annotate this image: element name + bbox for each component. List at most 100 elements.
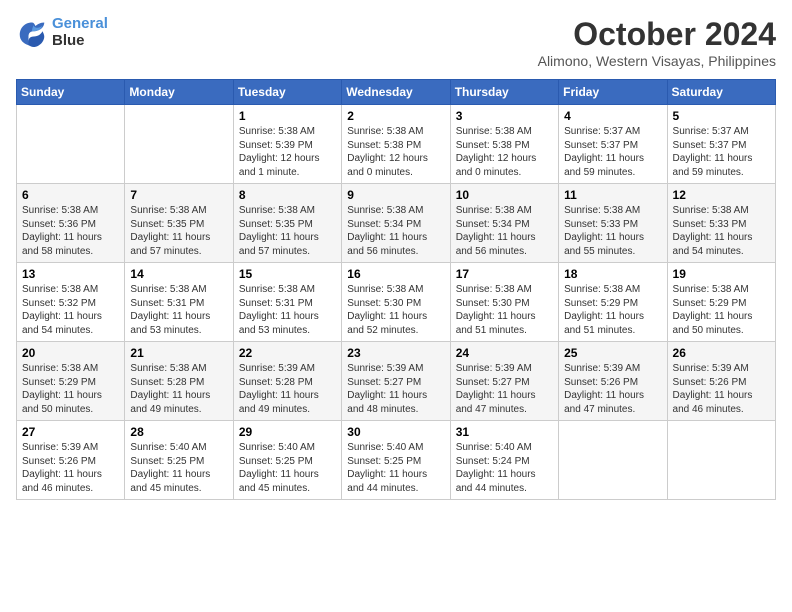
day-number: 30 (347, 425, 444, 439)
day-number: 18 (564, 267, 661, 281)
calendar-cell (559, 421, 667, 500)
col-thursday: Thursday (450, 80, 558, 105)
calendar-cell: 25Sunrise: 5:39 AMSunset: 5:26 PMDayligh… (559, 342, 667, 421)
calendar-cell: 23Sunrise: 5:39 AMSunset: 5:27 PMDayligh… (342, 342, 450, 421)
col-tuesday: Tuesday (233, 80, 341, 105)
cell-content: Sunrise: 5:39 AMSunset: 5:26 PMDaylight:… (564, 362, 661, 416)
calendar-cell: 9 Sunrise: 5:38 AMSunset: 5:34 PMDaylight… (342, 184, 450, 263)
calendar-cell (17, 105, 125, 184)
col-saturday: Saturday (667, 80, 775, 105)
day-number: 5 (673, 109, 770, 123)
calendar-cell: 24 Sunrise: 5:39 AMSunset: 5:27 PMDayligh… (450, 342, 558, 421)
cell-content: Sunrise: 5:38 AMSunset: 5:39 PMDaylight:… (239, 125, 336, 179)
cell-content: Sunrise: 5:39 AMSunset: 5:28 PMDaylight:… (239, 362, 336, 416)
col-wednesday: Wednesday (342, 80, 450, 105)
cell-content: Sunrise: 5:40 AMSunset: 5:25 PMDaylight:… (130, 441, 227, 495)
cell-content: Sunrise: 5:38 AMSunset: 5:29 PMDaylight:… (564, 283, 661, 337)
cell-content: Sunrise: 5:38 AMSunset: 5:31 PMDaylight:… (239, 283, 336, 337)
calendar-cell: 12 Sunrise: 5:38 AMSunset: 5:33 PMDayligh… (667, 184, 775, 263)
day-number: 13 (22, 267, 119, 281)
day-number: 11 (564, 188, 661, 202)
calendar-cell: 5 Sunrise: 5:37 AMSunset: 5:37 PMDaylight… (667, 105, 775, 184)
page-header: General Blue October 2024 Alimono, Weste… (16, 16, 776, 69)
day-number: 16 (347, 267, 444, 281)
cell-content: Sunrise: 5:40 AMSunset: 5:25 PMDaylight:… (239, 441, 336, 495)
cell-content: Sunrise: 5:38 AMSunset: 5:36 PMDaylight:… (22, 204, 119, 258)
cell-content: Sunrise: 5:38 AMSunset: 5:35 PMDaylight:… (130, 204, 227, 258)
calendar-cell: 15 Sunrise: 5:38 AMSunset: 5:31 PMDayligh… (233, 263, 341, 342)
day-number: 29 (239, 425, 336, 439)
cell-content: Sunrise: 5:39 AMSunset: 5:26 PMDaylight:… (22, 441, 119, 495)
calendar-table: Sunday Monday Tuesday Wednesday Thursday… (16, 79, 776, 500)
cell-content: Sunrise: 5:38 AMSunset: 5:33 PMDaylight:… (673, 204, 770, 258)
day-number: 27 (22, 425, 119, 439)
title-block: October 2024 Alimono, Western Visayas, P… (538, 16, 776, 69)
cell-content: Sunrise: 5:38 AMSunset: 5:28 PMDaylight:… (130, 362, 227, 416)
calendar-week-3: 13 Sunrise: 5:38 AMSunset: 5:32 PMDayligh… (17, 263, 776, 342)
day-number: 15 (239, 267, 336, 281)
day-number: 12 (673, 188, 770, 202)
location-subtitle: Alimono, Western Visayas, Philippines (538, 53, 776, 69)
month-year-title: October 2024 (538, 16, 776, 53)
cell-content: Sunrise: 5:38 AMSunset: 5:30 PMDaylight:… (456, 283, 553, 337)
calendar-week-5: 27 Sunrise: 5:39 AMSunset: 5:26 PMDayligh… (17, 421, 776, 500)
day-number: 14 (130, 267, 227, 281)
calendar-cell: 17 Sunrise: 5:38 AMSunset: 5:30 PMDayligh… (450, 263, 558, 342)
cell-content: Sunrise: 5:38 AMSunset: 5:29 PMDaylight:… (22, 362, 119, 416)
calendar-cell: 13 Sunrise: 5:38 AMSunset: 5:32 PMDayligh… (17, 263, 125, 342)
logo-text: General Blue (52, 16, 108, 49)
day-number: 23 (347, 346, 444, 360)
cell-content: Sunrise: 5:40 AMSunset: 5:24 PMDaylight:… (456, 441, 553, 495)
calendar-cell: 6Sunrise: 5:38 AMSunset: 5:36 PMDaylight… (17, 184, 125, 263)
day-number: 2 (347, 109, 444, 123)
calendar-cell: 16 Sunrise: 5:38 AMSunset: 5:30 PMDayligh… (342, 263, 450, 342)
cell-content: Sunrise: 5:38 AMSunset: 5:38 PMDaylight:… (456, 125, 553, 179)
cell-content: Sunrise: 5:38 AMSunset: 5:33 PMDaylight:… (564, 204, 661, 258)
logo-line2: Blue (52, 33, 108, 50)
cell-content: Sunrise: 5:38 AMSunset: 5:30 PMDaylight:… (347, 283, 444, 337)
calendar-cell: 10Sunrise: 5:38 AMSunset: 5:34 PMDayligh… (450, 184, 558, 263)
cell-content: Sunrise: 5:37 AMSunset: 5:37 PMDaylight:… (673, 125, 770, 179)
calendar-cell (667, 421, 775, 500)
day-number: 1 (239, 109, 336, 123)
day-number: 3 (456, 109, 553, 123)
cell-content: Sunrise: 5:37 AMSunset: 5:37 PMDaylight:… (564, 125, 661, 179)
logo: General Blue (16, 16, 108, 49)
calendar-cell: 29 Sunrise: 5:40 AMSunset: 5:25 PMDayligh… (233, 421, 341, 500)
day-number: 24 (456, 346, 553, 360)
col-friday: Friday (559, 80, 667, 105)
day-number: 9 (347, 188, 444, 202)
col-monday: Monday (125, 80, 233, 105)
calendar-cell: 3 Sunrise: 5:38 AMSunset: 5:38 PMDaylight… (450, 105, 558, 184)
calendar-week-1: 1 Sunrise: 5:38 AMSunset: 5:39 PMDaylight… (17, 105, 776, 184)
calendar-cell: 1 Sunrise: 5:38 AMSunset: 5:39 PMDaylight… (233, 105, 341, 184)
calendar-cell: 22 Sunrise: 5:39 AMSunset: 5:28 PMDayligh… (233, 342, 341, 421)
day-number: 22 (239, 346, 336, 360)
calendar-cell: 11 Sunrise: 5:38 AMSunset: 5:33 PMDayligh… (559, 184, 667, 263)
calendar-header-row: Sunday Monday Tuesday Wednesday Thursday… (17, 80, 776, 105)
calendar-cell: 26Sunrise: 5:39 AMSunset: 5:26 PMDayligh… (667, 342, 775, 421)
logo-icon (16, 19, 48, 47)
calendar-cell: 19Sunrise: 5:38 AMSunset: 5:29 PMDayligh… (667, 263, 775, 342)
day-number: 8 (239, 188, 336, 202)
calendar-cell: 28Sunrise: 5:40 AMSunset: 5:25 PMDayligh… (125, 421, 233, 500)
day-number: 4 (564, 109, 661, 123)
cell-content: Sunrise: 5:38 AMSunset: 5:31 PMDaylight:… (130, 283, 227, 337)
day-number: 26 (673, 346, 770, 360)
calendar-cell: 2Sunrise: 5:38 AMSunset: 5:38 PMDaylight… (342, 105, 450, 184)
day-number: 21 (130, 346, 227, 360)
calendar-cell (125, 105, 233, 184)
calendar-cell: 18 Sunrise: 5:38 AMSunset: 5:29 PMDayligh… (559, 263, 667, 342)
cell-content: Sunrise: 5:38 AMSunset: 5:32 PMDaylight:… (22, 283, 119, 337)
cell-content: Sunrise: 5:38 AMSunset: 5:34 PMDaylight:… (347, 204, 444, 258)
calendar-cell: 4 Sunrise: 5:37 AMSunset: 5:37 PMDaylight… (559, 105, 667, 184)
cell-content: Sunrise: 5:38 AMSunset: 5:29 PMDaylight:… (673, 283, 770, 337)
cell-content: Sunrise: 5:38 AMSunset: 5:34 PMDaylight:… (456, 204, 553, 258)
cell-content: Sunrise: 5:39 AMSunset: 5:27 PMDaylight:… (456, 362, 553, 416)
calendar-cell: 7Sunrise: 5:38 AMSunset: 5:35 PMDaylight… (125, 184, 233, 263)
calendar-cell: 20Sunrise: 5:38 AMSunset: 5:29 PMDayligh… (17, 342, 125, 421)
day-number: 17 (456, 267, 553, 281)
calendar-cell: 30 Sunrise: 5:40 AMSunset: 5:25 PMDayligh… (342, 421, 450, 500)
calendar-cell: 14 Sunrise: 5:38 AMSunset: 5:31 PMDayligh… (125, 263, 233, 342)
cell-content: Sunrise: 5:40 AMSunset: 5:25 PMDaylight:… (347, 441, 444, 495)
